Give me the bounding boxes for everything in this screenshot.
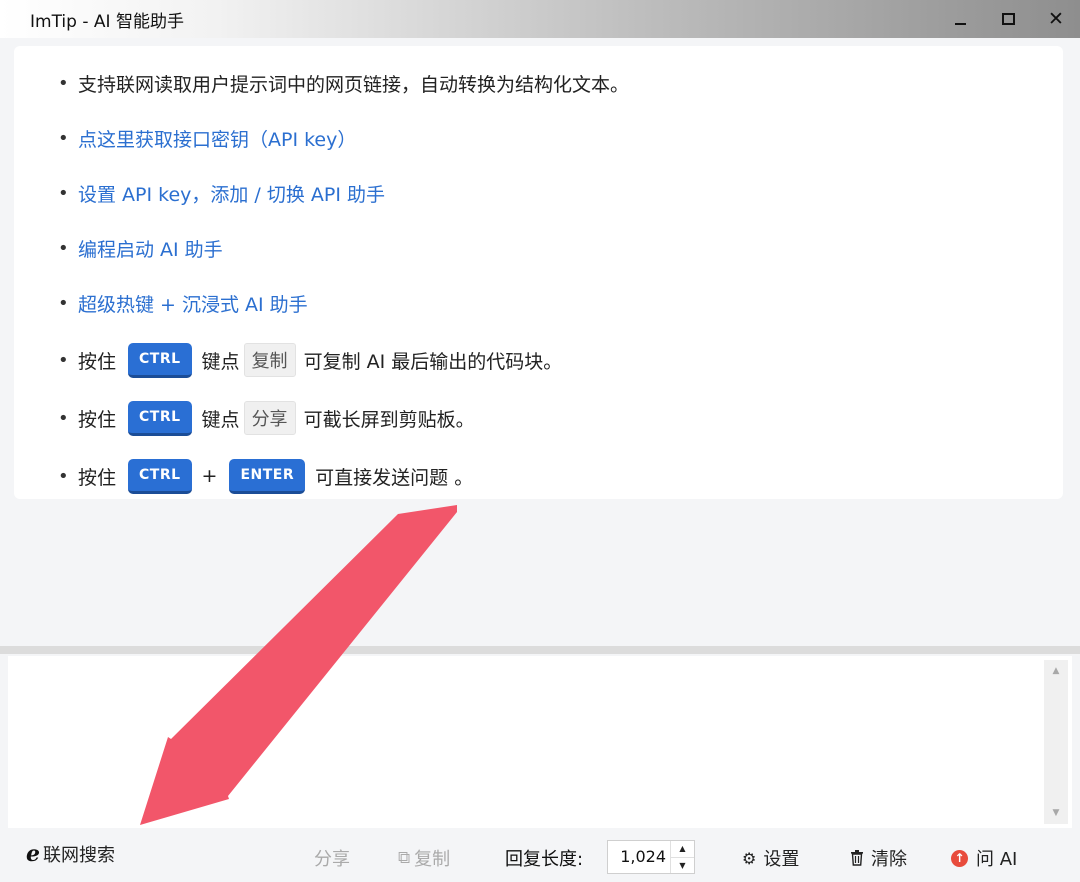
up-arrow-circle-icon: ↑ [951,849,968,867]
prompt-input[interactable] [8,656,1072,828]
clear-button[interactable]: 清除 [850,845,907,871]
copy-label: 复制 [414,849,451,870]
tip-copy-code: 按住 CTRL 键点 复制 可复制 AI 最后输出的代码块。 [14,331,1063,389]
ctrl-key-badge: CTRL [128,342,192,378]
tip-link-get-api-key[interactable]: 点这里获取接口密钥（API key） [14,111,1063,166]
minimize-icon [954,23,966,25]
reply-length-label: 回复长度: [505,849,584,870]
window-controls: ✕ [936,0,1080,38]
scroll-up-arrow-icon[interactable]: ▲ [1044,660,1068,682]
reply-length-stepper[interactable]: 1,024 ▲ ▼ [607,840,695,874]
tip-prefix: 按住 [78,350,117,373]
copy-button[interactable]: ⧉ 复制 [398,845,450,871]
tip-suffix: 可复制 AI 最后输出的代码块。 [303,350,563,373]
settings-button[interactable]: ⚙ 设置 [742,845,799,871]
panel-splitter[interactable] [0,646,1080,654]
tip-share-screenshot: 按住 CTRL 键点 分享 可截长屏到剪贴板。 [14,389,1063,447]
tip-link-set-api-key[interactable]: 设置 API key，添加 / 切换 API 助手 [14,166,1063,221]
plus-sign: + [201,465,218,487]
copy-chip: 复制 [243,343,296,377]
tip-link-launch-assistant[interactable]: 编程启动 AI 助手 [14,221,1063,276]
window-title: ImTip - AI 智能助手 [30,11,184,32]
tip-link-hotkey-assistant[interactable]: 超级热键 + 沉浸式 AI 助手 [14,276,1063,331]
share-button[interactable]: 分享 [314,845,350,871]
ctrl-key-badge: CTRL [128,400,192,436]
copy-icon: ⧉ [398,848,411,868]
tip-suffix: 可直接发送问题 。 [315,466,474,489]
bottom-toolbar: e 联网搜索 分享 ⧉ 复制 回复长度: 1,024 ▲ ▼ ⚙ 设置 清除 ↑… [0,828,1080,882]
settings-label: 设置 [763,849,800,870]
share-chip: 分享 [243,401,296,435]
tip-web-link-reading: 支持联网读取用户提示词中的网页链接，自动转换为结构化文本。 [14,56,1063,111]
close-button[interactable]: ✕ [1032,0,1080,38]
clear-label: 清除 [871,849,907,870]
ie-icon: e [26,841,40,867]
tips-panel: 支持联网读取用户提示词中的网页链接，自动转换为结构化文本。 点这里获取接口密钥（… [14,46,1063,499]
trash-icon [851,850,863,866]
maximize-button[interactable] [984,0,1032,38]
title-bar: ImTip - AI 智能助手 ✕ [0,0,1080,38]
enter-key-badge: ENTER [229,458,306,494]
web-search-label: 联网搜索 [43,845,115,866]
tip-send-question: 按住 CTRL + ENTER 可直接发送问题 。 [14,447,1063,505]
tip-prefix: 按住 [78,466,117,489]
web-search-toggle[interactable]: e 联网搜索 [26,841,115,867]
close-icon: ✕ [1048,7,1064,30]
gear-icon: ⚙ [742,848,757,868]
input-scrollbar[interactable]: ▲ ▼ [1044,660,1068,824]
stepper-buttons: ▲ ▼ [670,841,694,873]
tip-mid: 键点 [201,350,240,373]
minimize-button[interactable] [936,0,984,38]
ask-ai-label: 问 AI [976,849,1018,870]
maximize-icon [1001,13,1015,25]
tip-mid: 键点 [201,408,240,431]
ask-ai-button[interactable]: ↑ 问 AI [951,845,1017,871]
decrement-arrow-icon[interactable]: ▼ [671,858,694,874]
scroll-down-arrow-icon[interactable]: ▼ [1044,802,1068,824]
reply-length-value[interactable]: 1,024 [608,841,670,873]
ctrl-key-badge: CTRL [128,458,192,494]
tip-prefix: 按住 [78,408,117,431]
increment-arrow-icon[interactable]: ▲ [671,841,694,858]
tips-list: 支持联网读取用户提示词中的网页链接，自动转换为结构化文本。 点这里获取接口密钥（… [14,46,1063,505]
tip-suffix: 可截长屏到剪贴板。 [303,408,475,431]
